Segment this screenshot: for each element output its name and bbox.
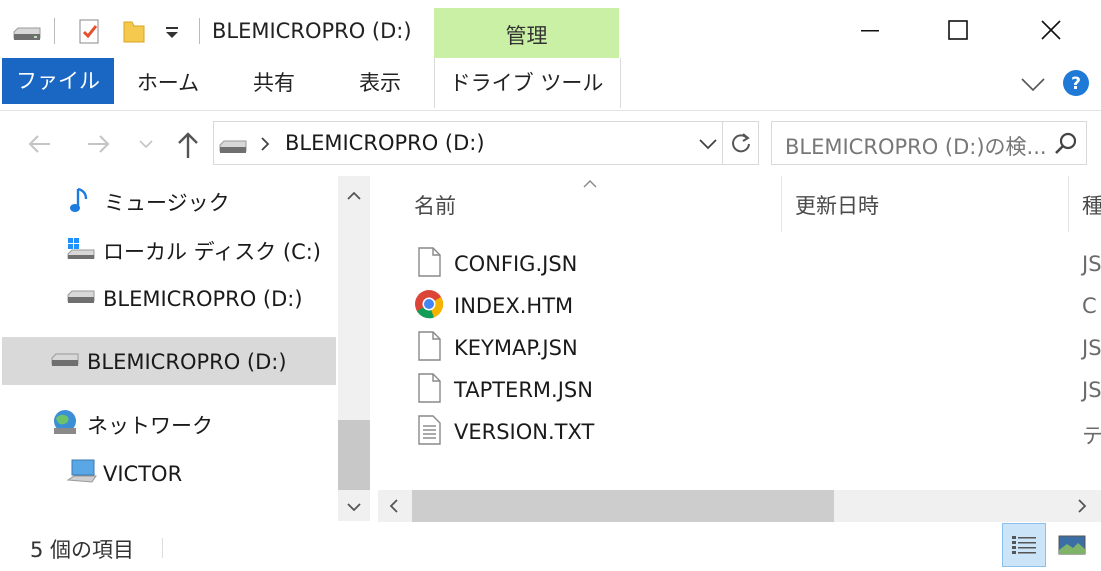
forward-button[interactable] [84,130,112,158]
tab-view[interactable]: 表示 [340,58,420,106]
nav-item-blemicropro[interactable]: BLEMICROPRO (D:) [66,277,303,321]
scroll-right-icon[interactable] [1072,496,1092,516]
refresh-button[interactable] [723,121,759,165]
svg-text:?: ? [1071,74,1081,94]
file-icon [414,246,444,283]
scroll-down-icon[interactable] [342,497,366,517]
tab-home[interactable]: ホーム [128,58,208,106]
properties-icon[interactable] [78,18,102,46]
status-item-count: 5 個の項目 [30,538,135,562]
drive-icon [66,287,98,312]
folder-icon[interactable] [122,18,146,46]
list-item[interactable]: VERSION.TXT [414,412,594,452]
window-title: BLEMICROPRO (D:) [212,19,412,43]
expand-ribbon-icon[interactable] [1019,72,1047,96]
chrome-icon [414,289,444,324]
search-placeholder: BLEMICROPRO (D:)の検... [785,135,1047,159]
large-icons-view-icon [1058,535,1086,555]
nav-item-label: BLEMICROPRO (D:) [87,350,287,374]
drive-icon [218,137,248,157]
customize-quick-access-icon[interactable] [162,22,182,42]
nav-item-network[interactable]: ネットワーク [50,403,213,447]
nav-scrollbar-thumb[interactable] [338,420,370,490]
file-type: テ [1082,424,1101,448]
maximize-button[interactable] [928,8,988,52]
nav-item-label: ネットワーク [87,414,213,438]
minimize-button[interactable] [840,8,900,52]
separator [162,538,163,558]
horizontal-scrollbar-thumb[interactable] [412,490,834,522]
large-icons-view-button[interactable] [1050,523,1094,567]
list-item[interactable]: INDEX.HTM [414,286,573,326]
column-header-date[interactable]: 更新日時 [795,190,879,220]
network-icon [50,408,82,443]
column-header-type[interactable]: 種 [1082,190,1101,220]
nav-item-local-disk[interactable]: ローカル ディスク (C:) [66,229,321,273]
nav-item-blemicropro-selected[interactable]: BLEMICROPRO (D:) [50,340,287,384]
nav-item-label: ミュージック [104,191,230,215]
file-name: INDEX.HTM [454,294,574,318]
address-dropdown-icon[interactable] [696,134,720,154]
close-button[interactable] [1021,8,1081,52]
scroll-up-icon[interactable] [342,186,366,206]
nav-item-label: BLEMICROPRO (D:) [103,287,303,311]
file-name: KEYMAP.JSN [454,336,578,360]
separator [199,18,200,44]
file-type: JS [1082,336,1101,360]
text-file-icon [414,414,444,451]
computer-icon [66,458,98,491]
file-name: CONFIG.JSN [454,252,578,276]
sort-ascending-icon [582,174,598,188]
music-icon [68,185,98,220]
file-name: TAPTERM.JSN [454,378,593,402]
up-button[interactable] [174,130,202,160]
list-item[interactable]: CONFIG.JSN [414,244,577,284]
back-button[interactable] [26,130,54,158]
windows-drive-icon [66,236,98,267]
details-view-icon [1012,536,1036,554]
recent-locations-icon[interactable] [136,136,156,152]
refresh-icon [731,133,750,153]
file-type: JS [1082,378,1101,402]
breadcrumb-chevron-icon[interactable] [258,134,272,154]
tab-drive-tools-label: ドライブ ツール [449,71,604,95]
list-item[interactable]: KEYMAP.JSN [414,328,578,368]
file-type: C [1082,294,1097,318]
details-view-button[interactable] [1002,523,1046,567]
breadcrumb[interactable]: BLEMICROPRO (D:) [285,131,485,155]
nav-item-label: VICTOR [103,462,183,486]
file-icon [414,330,444,367]
drive-icon [50,350,82,375]
separator [54,18,55,44]
scroll-left-icon[interactable] [384,496,404,516]
column-header-name[interactable]: 名前 [414,190,456,220]
search-icon[interactable] [1054,132,1078,156]
nav-item-music[interactable]: ミュージック [68,180,230,224]
tab-share[interactable]: 共有 [236,58,312,106]
drive-icon [12,24,42,44]
column-divider[interactable] [781,176,782,232]
nav-item-victor[interactable]: VICTOR [66,452,182,496]
help-icon[interactable]: ? [1062,69,1090,97]
tab-file[interactable]: ファイル [2,58,114,104]
nav-item-label: ローカル ディスク (C:) [103,240,322,264]
list-item[interactable]: TAPTERM.JSN [414,370,593,410]
manage-tab-label: 管理 [505,24,548,48]
column-divider[interactable] [1068,176,1069,232]
file-name: VERSION.TXT [454,420,595,444]
file-type: JS [1082,252,1101,276]
file-icon [414,372,444,409]
